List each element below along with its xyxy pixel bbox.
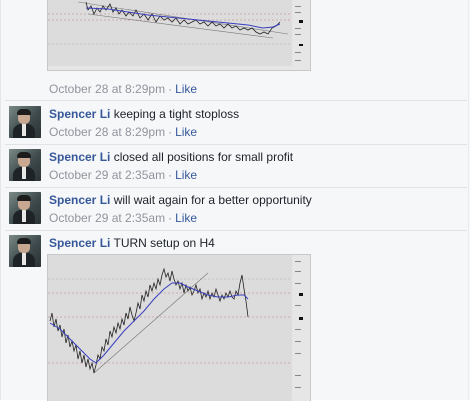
comment-author[interactable]: Spencer Li	[49, 236, 110, 250]
comment-body: Spencer Li will wait again for a better …	[49, 193, 312, 207]
like-link[interactable]: Like	[175, 211, 197, 225]
comment-meta: October 28 at 8:29pm · Like	[49, 125, 197, 139]
comment-author[interactable]: Spencer Li	[49, 150, 110, 164]
timestamp[interactable]: October 28 at 8:29pm	[49, 125, 165, 139]
meta-separator: ·	[168, 168, 173, 182]
comment-text: keeping a tight stoploss	[113, 107, 240, 121]
comment-text: will wait again for a better opportunity	[113, 193, 312, 207]
comment-divider	[5, 230, 467, 231]
like-link[interactable]: Like	[175, 82, 197, 96]
comment-body: Spencer Li TURN setup on H4	[49, 236, 215, 250]
comment-meta: October 29 at 2:35am · Like	[49, 211, 197, 225]
avatar[interactable]	[9, 149, 41, 181]
meta-separator: ·	[168, 125, 173, 139]
comment-author[interactable]: Spencer Li	[49, 107, 110, 121]
comment-meta-top-image: October 28 at 8:29pm · Like	[49, 82, 197, 96]
comment-feed: October 28 at 8:29pm · Like Spencer Li kee…	[0, 0, 470, 401]
comment-body: Spencer Li keeping a tight stoploss	[49, 107, 239, 121]
comment-divider	[5, 187, 467, 188]
comment-author[interactable]: Spencer Li	[49, 193, 110, 207]
chart-image-bottom[interactable]	[47, 254, 311, 401]
comment-text: TURN setup on H4	[113, 236, 215, 250]
like-link[interactable]: Like	[175, 125, 197, 139]
comment-text: closed all positions for small profit	[113, 150, 294, 164]
comment-meta: October 29 at 2:35am · Like	[49, 168, 197, 182]
timestamp[interactable]: October 29 at 2:35am	[49, 211, 165, 225]
like-link[interactable]: Like	[175, 168, 197, 182]
timestamp[interactable]: October 29 at 2:35am	[49, 168, 165, 182]
chart-image-top[interactable]	[47, 0, 311, 71]
meta-separator: ·	[168, 82, 173, 96]
price-chart-bottom	[48, 255, 310, 401]
timestamp[interactable]: October 28 at 8:29pm	[49, 82, 165, 96]
avatar[interactable]	[9, 192, 41, 224]
comment-divider	[5, 144, 467, 145]
comment-divider	[5, 100, 467, 101]
comment-body: Spencer Li closed all positions for smal…	[49, 150, 293, 164]
price-chart-top	[48, 0, 310, 70]
feed-border	[468, 0, 469, 400]
avatar[interactable]	[9, 235, 41, 267]
avatar[interactable]	[9, 106, 41, 138]
meta-separator: ·	[168, 211, 173, 225]
